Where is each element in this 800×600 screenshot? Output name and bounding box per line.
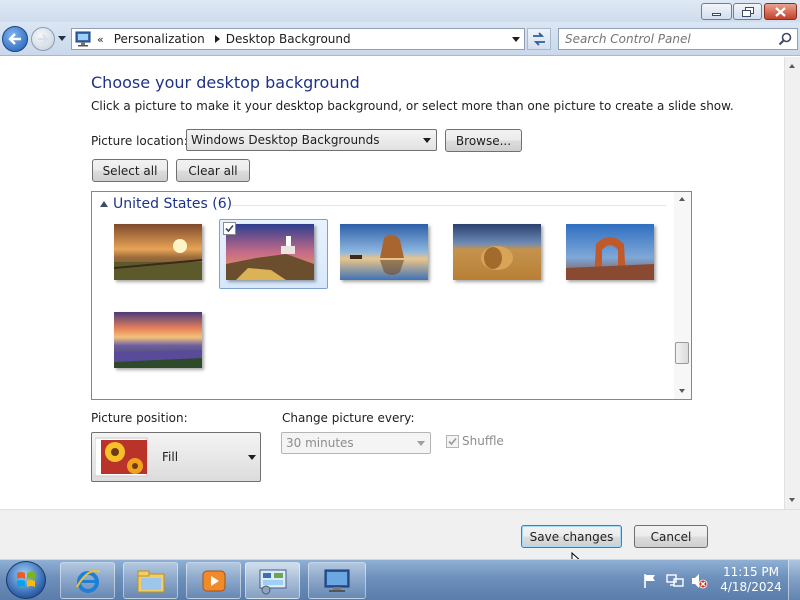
picture-position-label: Picture position: bbox=[91, 411, 188, 425]
network-icon[interactable] bbox=[666, 573, 684, 589]
search-box[interactable] bbox=[558, 28, 798, 50]
checkmark-icon bbox=[448, 437, 457, 446]
taskbar-windows-explorer[interactable] bbox=[123, 562, 178, 599]
clear-all-button[interactable]: Clear all bbox=[176, 159, 250, 182]
picture-checkbox[interactable] bbox=[223, 222, 236, 235]
browse-button[interactable]: Browse... bbox=[445, 129, 522, 152]
scroll-thumb[interactable] bbox=[675, 342, 689, 364]
breadcrumb-overflow-icon[interactable]: « bbox=[97, 33, 104, 46]
scroll-down-icon[interactable] bbox=[789, 498, 795, 502]
refresh-button[interactable] bbox=[527, 28, 551, 50]
windows-logo-icon bbox=[17, 572, 35, 587]
select-all-button[interactable]: Select all bbox=[92, 159, 168, 182]
chevron-down-icon bbox=[248, 455, 256, 460]
page-description: Click a picture to make it your desktop … bbox=[91, 99, 734, 113]
taskbar-personalization[interactable] bbox=[308, 562, 366, 599]
minimize-button[interactable] bbox=[701, 3, 732, 20]
clock-time: 11:15 PM bbox=[723, 565, 779, 579]
forward-arrow-icon bbox=[38, 34, 49, 44]
picture-thumbnail-lupine-lake[interactable] bbox=[114, 312, 202, 368]
volume-muted-icon[interactable] bbox=[690, 573, 708, 589]
taskbar-clock[interactable]: 11:15 PM 4/18/2024 bbox=[718, 565, 784, 595]
scroll-up-icon[interactable] bbox=[679, 197, 685, 201]
chevron-down-icon bbox=[417, 441, 425, 446]
chevron-down-icon bbox=[423, 138, 431, 143]
change-picture-value: 30 minutes bbox=[286, 436, 354, 450]
monitor-icon bbox=[324, 569, 350, 592]
scroll-down-icon[interactable] bbox=[679, 389, 685, 393]
taskbar-internet-explorer[interactable] bbox=[60, 562, 115, 599]
position-preview-icon bbox=[95, 437, 148, 477]
picture-position-dropdown[interactable]: Fill bbox=[91, 432, 261, 482]
picture-location-label: Picture location: bbox=[91, 134, 188, 148]
back-button[interactable] bbox=[2, 26, 28, 52]
taskbar-control-panel[interactable] bbox=[245, 562, 300, 599]
picture-thumbnail-lighthouse[interactable] bbox=[226, 224, 314, 280]
main-content: Choose your desktop background Click a p… bbox=[0, 57, 784, 509]
shuffle-label: Shuffle bbox=[462, 434, 504, 448]
media-player-icon bbox=[202, 570, 225, 591]
clock-date: 4/18/2024 bbox=[720, 580, 782, 594]
search-icon[interactable] bbox=[778, 32, 792, 46]
group-header[interactable]: United States (6) bbox=[113, 196, 232, 212]
checkmark-icon bbox=[225, 224, 234, 233]
picture-thumbnail-delicate-arch[interactable] bbox=[566, 224, 654, 280]
change-picture-dropdown[interactable]: 30 minutes bbox=[281, 432, 431, 454]
breadcrumb-separator-icon[interactable] bbox=[212, 34, 222, 44]
address-dropdown-button[interactable] bbox=[512, 37, 520, 42]
picture-position-value: Fill bbox=[162, 450, 179, 464]
back-arrow-icon bbox=[8, 33, 21, 45]
restore-icon bbox=[741, 6, 754, 17]
navigation-bar: « Personalization Desktop Background bbox=[0, 22, 800, 56]
internet-explorer-icon bbox=[75, 569, 100, 593]
refresh-icon bbox=[533, 32, 545, 46]
breadcrumb-desktop-background[interactable]: Desktop Background bbox=[226, 32, 351, 46]
shuffle-checkbox[interactable] bbox=[446, 435, 459, 448]
dialog-footer: Save changes Cancel bbox=[0, 509, 800, 559]
show-desktop-button[interactable] bbox=[788, 560, 800, 600]
group-divider bbox=[232, 205, 666, 206]
picture-list[interactable]: United States (6) bbox=[91, 191, 692, 400]
maximize-button[interactable] bbox=[733, 3, 762, 20]
scroll-up-icon[interactable] bbox=[789, 64, 795, 68]
title-bar bbox=[0, 0, 800, 22]
search-input[interactable] bbox=[559, 29, 769, 49]
picture-location-dropdown[interactable]: Windows Desktop Backgrounds bbox=[186, 129, 437, 151]
address-bar[interactable]: « Personalization Desktop Background bbox=[71, 28, 525, 50]
control-panel-icon bbox=[75, 31, 91, 47]
page-title: Choose your desktop background bbox=[91, 73, 360, 92]
picture-thumbnail-hay-bale[interactable] bbox=[453, 224, 541, 280]
minimize-icon bbox=[712, 13, 721, 16]
collapse-group-icon[interactable] bbox=[100, 201, 108, 207]
forward-button[interactable] bbox=[31, 27, 55, 51]
close-icon bbox=[775, 6, 786, 17]
save-changes-button[interactable]: Save changes bbox=[521, 525, 622, 548]
close-button[interactable] bbox=[764, 3, 797, 20]
control-panel-icon bbox=[259, 569, 286, 594]
picture-list-scrollbar[interactable] bbox=[674, 192, 691, 399]
taskbar: 11:15 PM 4/18/2024 bbox=[0, 559, 800, 600]
start-button[interactable] bbox=[6, 561, 46, 599]
taskbar-media-player[interactable] bbox=[186, 562, 241, 599]
recent-pages-button[interactable] bbox=[58, 36, 66, 41]
window-scrollbar[interactable] bbox=[784, 57, 800, 509]
change-picture-label: Change picture every: bbox=[282, 411, 415, 425]
action-center-flag-icon[interactable] bbox=[642, 573, 658, 589]
picture-thumbnail-haystack-rock[interactable] bbox=[340, 224, 428, 280]
breadcrumb-personalization[interactable]: Personalization bbox=[114, 32, 205, 46]
picture-thumbnail-sunset-fence[interactable] bbox=[114, 224, 202, 280]
picture-location-value: Windows Desktop Backgrounds bbox=[191, 133, 380, 147]
folder-icon bbox=[137, 570, 164, 592]
cancel-button[interactable]: Cancel bbox=[634, 525, 708, 548]
